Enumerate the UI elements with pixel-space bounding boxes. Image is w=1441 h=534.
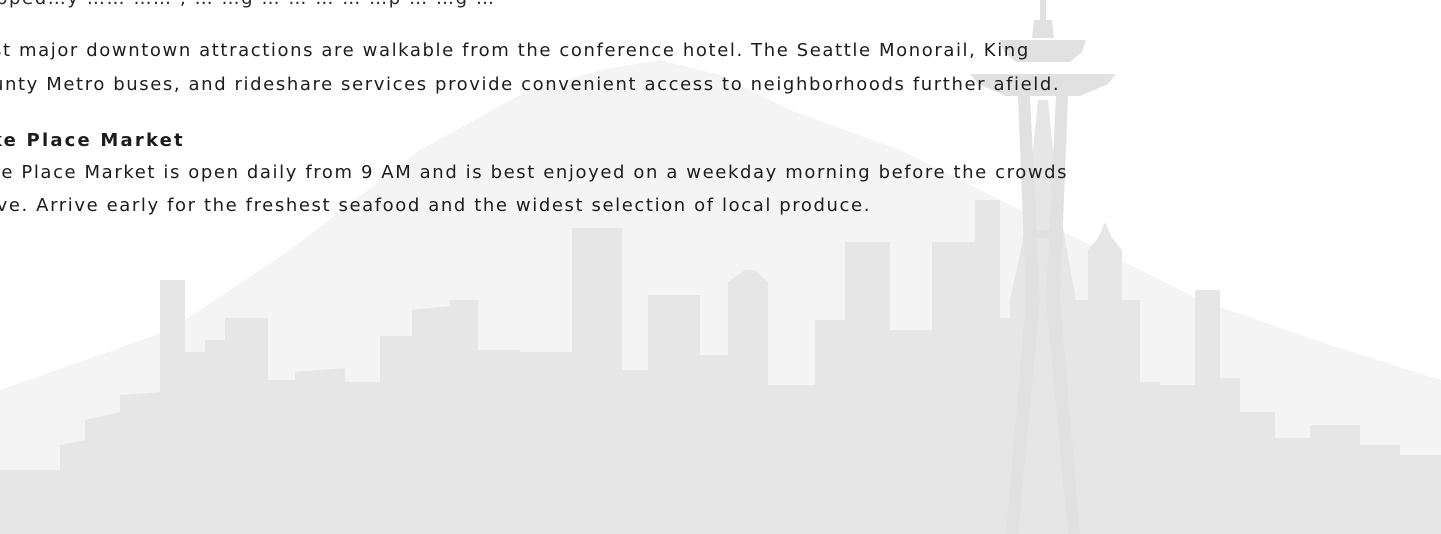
- page: pped…y …… …… , … …g … … … … …p … …g … st…: [0, 0, 1441, 534]
- transit-paragraph-line-1: st major downtown attractions are walkab…: [0, 40, 1030, 61]
- market-paragraph-line-2: ive. Arrive early for the freshest seafo…: [0, 195, 872, 216]
- article-text: pped…y …… …… , … …g … … … … …p … …g … st…: [0, 0, 1441, 534]
- transit-paragraph-line-2: unty Metro buses, and rideshare services…: [0, 74, 1061, 95]
- market-paragraph-line-1: ke Place Market is open daily from 9 AM …: [0, 162, 1069, 183]
- partial-top-line: pped…y …… …… , … …g … … … … …p … …g …: [0, 0, 496, 9]
- section-heading-market: ke Place Market: [0, 130, 185, 151]
